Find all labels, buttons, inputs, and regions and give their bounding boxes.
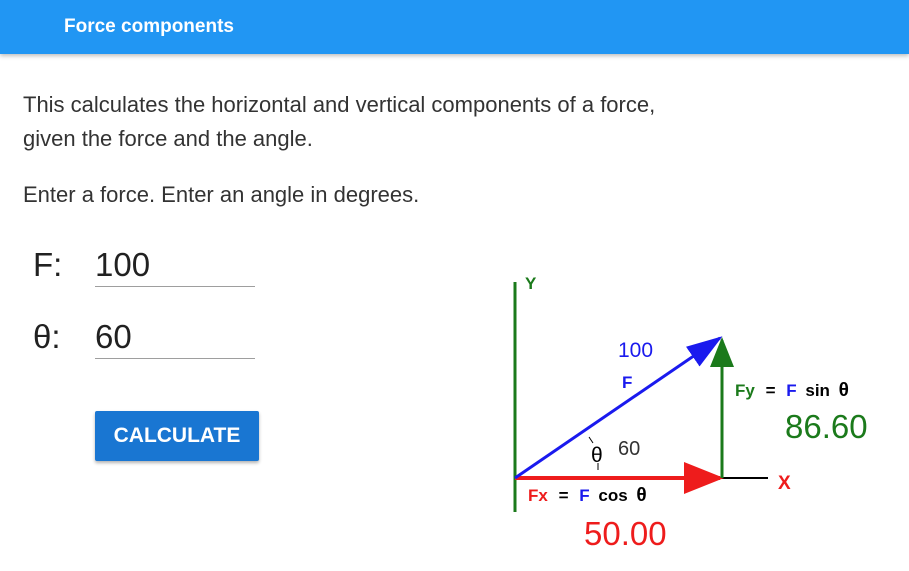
- fx-formula-f: F: [579, 486, 589, 505]
- fy-result: 86.60: [785, 408, 868, 445]
- fx-formula-lhs: Fx: [528, 486, 548, 505]
- fx-formula-fn: cos: [598, 486, 627, 505]
- force-value-label: 100: [618, 339, 653, 362]
- fy-formula-lhs: Fy: [735, 381, 755, 400]
- theta-symbol: θ: [591, 444, 603, 467]
- fy-formula-theta: θ: [839, 380, 849, 401]
- fx-formula-theta: θ: [636, 485, 646, 506]
- fy-formula: Fy = F sin θ: [735, 380, 849, 401]
- force-diagram: Y X 100 F θ 60 Fx = F cos θ Fy = F sin θ…: [513, 274, 868, 552]
- force-name-label: F: [622, 373, 632, 392]
- fx-formula-eq: =: [559, 486, 569, 505]
- fy-formula-fn: sin: [805, 381, 830, 400]
- angle-value-label: 60: [618, 438, 640, 460]
- fy-formula-eq: =: [766, 381, 776, 400]
- fy-formula-f: F: [786, 381, 796, 400]
- y-axis-label: Y: [525, 274, 537, 293]
- angle-tick-top: [588, 436, 594, 444]
- x-axis-label: X: [778, 473, 791, 494]
- fx-result: 50.00: [584, 515, 667, 552]
- fx-formula: Fx = F cos θ: [528, 485, 647, 506]
